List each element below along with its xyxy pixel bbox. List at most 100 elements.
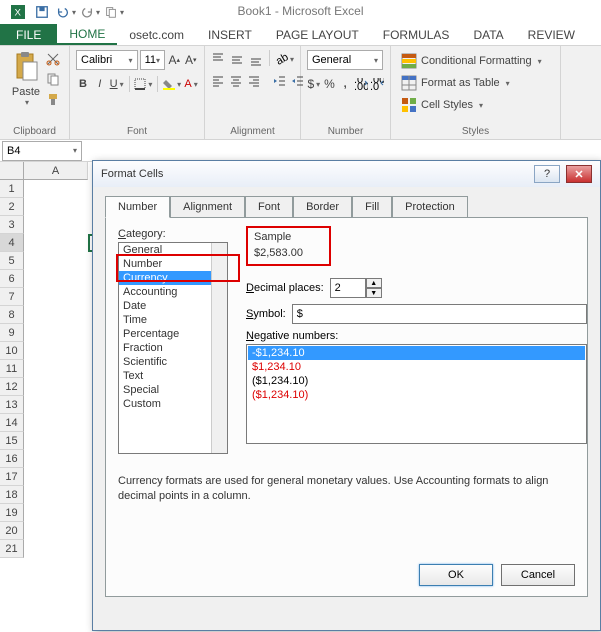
row-header-8[interactable]: 8: [0, 306, 24, 324]
copy-icon[interactable]: ▾: [102, 1, 126, 23]
negative-option-3[interactable]: ($1,234.10): [248, 388, 585, 402]
dialog-tab-alignment[interactable]: Alignment: [170, 196, 245, 218]
spin-down-icon[interactable]: ▼: [366, 288, 382, 298]
font-size-select[interactable]: 11▾: [140, 50, 165, 70]
fill-color-button[interactable]: ▾: [163, 74, 181, 94]
decrease-indent-icon[interactable]: [273, 72, 287, 90]
orientation-icon[interactable]: ab▾: [276, 50, 294, 68]
italic-button[interactable]: I: [93, 74, 107, 94]
category-list[interactable]: GeneralNumberCurrencyAccountingDateTimeP…: [118, 242, 228, 454]
tab-formulas[interactable]: FORMULAS: [371, 24, 462, 45]
row-header-10[interactable]: 10: [0, 342, 24, 360]
negative-option-2[interactable]: ($1,234.10): [248, 374, 585, 388]
dialog-tab-border[interactable]: Border: [293, 196, 352, 218]
copy-button-icon[interactable]: [44, 70, 62, 88]
row-header-1[interactable]: 1: [0, 180, 24, 198]
symbol-select[interactable]: $: [292, 304, 587, 324]
group-number: General▾ $▾ % , .0.00 .00.0 Number: [301, 46, 391, 139]
decimal-places-spinner[interactable]: ▲▼: [330, 278, 382, 298]
align-middle-icon[interactable]: [230, 50, 245, 68]
decrease-decimal-icon[interactable]: .00.0: [370, 74, 384, 94]
row-header-19[interactable]: 19: [0, 504, 24, 522]
underline-button[interactable]: U▾: [110, 74, 124, 94]
dialog-close-button[interactable]: ✕: [566, 165, 592, 183]
dialog-help-button[interactable]: ?: [534, 165, 560, 183]
comma-format-icon[interactable]: ,: [338, 74, 352, 94]
select-all-corner[interactable]: [0, 162, 24, 180]
format-as-table-icon: [401, 75, 417, 91]
font-name-select[interactable]: Calibri▾: [76, 50, 138, 70]
undo-icon[interactable]: ▾: [54, 1, 78, 23]
group-clipboard: Paste ▾ Clipboard: [0, 46, 70, 139]
align-bottom-icon[interactable]: [248, 50, 263, 68]
format-as-table-button[interactable]: Format as Table▾: [397, 72, 554, 94]
category-label: Category:: [118, 228, 575, 240]
negative-option-1[interactable]: $1,234.10: [248, 360, 585, 374]
row-header-5[interactable]: 5: [0, 252, 24, 270]
bold-button[interactable]: B: [76, 74, 90, 94]
negative-numbers-list[interactable]: -$1,234.10 $1,234.10 ($1,234.10) ($1,234…: [246, 344, 587, 444]
row-header-11[interactable]: 11: [0, 360, 24, 378]
row-header-7[interactable]: 7: [0, 288, 24, 306]
align-left-icon[interactable]: [211, 72, 225, 90]
row-header-18[interactable]: 18: [0, 486, 24, 504]
align-center-icon[interactable]: [229, 72, 243, 90]
number-format-select[interactable]: General▾: [307, 50, 383, 70]
row-header-17[interactable]: 17: [0, 468, 24, 486]
row-header-3[interactable]: 3: [0, 216, 24, 234]
row-header-12[interactable]: 12: [0, 378, 24, 396]
row-header-14[interactable]: 14: [0, 414, 24, 432]
row-header-9[interactable]: 9: [0, 324, 24, 342]
cut-icon[interactable]: [44, 50, 62, 68]
border-button[interactable]: ▾: [134, 74, 152, 94]
cell-styles-button[interactable]: Cell Styles▾: [397, 94, 554, 116]
tab-insert[interactable]: INSERT: [196, 24, 264, 45]
symbol-label: Symbol:: [246, 308, 286, 320]
format-description: Currency formats are used for general mo…: [118, 474, 575, 505]
tab-file[interactable]: FILE: [0, 24, 57, 45]
category-scrollbar[interactable]: [211, 243, 227, 453]
decimal-places-input[interactable]: [330, 278, 366, 298]
tab-home[interactable]: HOME: [57, 24, 117, 45]
increase-decimal-icon[interactable]: .0.00: [354, 74, 368, 94]
row-header-2[interactable]: 2: [0, 198, 24, 216]
increase-font-icon[interactable]: A▴: [167, 50, 182, 70]
align-top-icon[interactable]: [211, 50, 226, 68]
ok-button[interactable]: OK: [419, 564, 493, 586]
align-right-icon[interactable]: [247, 72, 261, 90]
format-painter-icon[interactable]: [44, 90, 62, 108]
row-header-21[interactable]: 21: [0, 540, 24, 558]
row-header-15[interactable]: 15: [0, 432, 24, 450]
percent-format-icon[interactable]: %: [323, 74, 337, 94]
save-icon[interactable]: [30, 1, 54, 23]
svg-text:X: X: [15, 8, 22, 19]
paste-button[interactable]: Paste ▾: [6, 50, 46, 107]
dialog-tab-fill[interactable]: Fill: [352, 196, 392, 218]
group-alignment: ab▾ Alignment: [205, 46, 301, 139]
dialog-title-bar[interactable]: Format Cells ? ✕: [93, 161, 600, 187]
accounting-format-icon[interactable]: $▾: [307, 74, 321, 94]
tab-data[interactable]: DATA: [461, 24, 515, 45]
col-header-a[interactable]: A: [24, 162, 88, 180]
dialog-tab-protection[interactable]: Protection: [392, 196, 468, 218]
redo-icon[interactable]: ▾: [78, 1, 102, 23]
row-header-4[interactable]: 4: [0, 234, 24, 252]
cancel-button[interactable]: Cancel: [501, 564, 575, 586]
decrease-font-icon[interactable]: A▾: [184, 50, 199, 70]
tab-osetc[interactable]: osetc.com: [117, 24, 196, 45]
row-header-6[interactable]: 6: [0, 270, 24, 288]
tab-page-layout[interactable]: PAGE LAYOUT: [264, 24, 371, 45]
spin-up-icon[interactable]: ▲: [366, 278, 382, 288]
conditional-formatting-button[interactable]: Conditional Formatting▾: [397, 50, 554, 72]
tab-review[interactable]: REVIEW: [516, 24, 587, 45]
dialog-tab-font[interactable]: Font: [245, 196, 293, 218]
dialog-tab-number[interactable]: Number: [105, 196, 170, 218]
row-header-13[interactable]: 13: [0, 396, 24, 414]
number-format-value: General: [312, 54, 351, 66]
sample-value: $2,583.00: [254, 247, 323, 259]
name-box[interactable]: B4▾: [2, 141, 82, 161]
row-header-20[interactable]: 20: [0, 522, 24, 540]
font-color-button[interactable]: A▾: [184, 74, 198, 94]
negative-option-0[interactable]: -$1,234.10: [248, 346, 585, 360]
row-header-16[interactable]: 16: [0, 450, 24, 468]
